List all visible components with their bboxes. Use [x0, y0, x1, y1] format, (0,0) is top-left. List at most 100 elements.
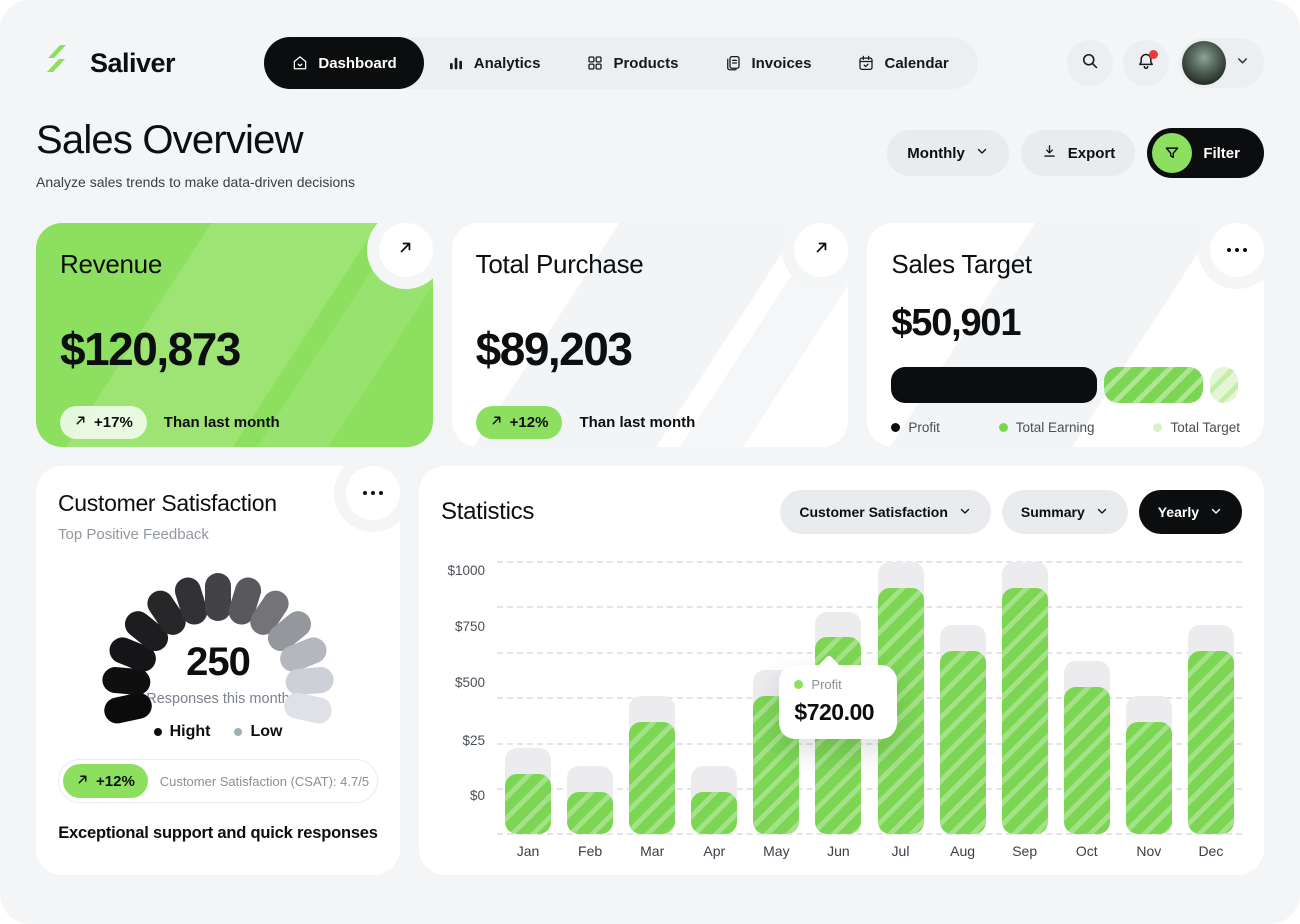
- home-icon: [291, 54, 309, 72]
- revenue-delta-badge: +17%: [60, 406, 147, 439]
- satisfaction-title: Customer Satisfaction: [58, 490, 378, 517]
- month-labels: JanFebMarAprMayJunJulAugSepOctNovDec: [497, 843, 1242, 859]
- revenue-open-button[interactable]: [379, 223, 433, 277]
- y-tick: $25: [462, 733, 485, 748]
- metric-dropdown[interactable]: Customer Satisfaction: [780, 490, 991, 534]
- notifications-button[interactable]: [1123, 40, 1169, 86]
- sales-target-value: $50,901: [891, 302, 1240, 345]
- tooltip-value: $720.00: [794, 699, 882, 726]
- bar-column-aug[interactable]: [932, 561, 994, 834]
- progress-segment-total-earning: [1104, 367, 1203, 403]
- satisfaction-gauge: 250 Responses this month: [98, 557, 338, 707]
- brand-logo: Saliver: [36, 40, 175, 87]
- month-label: Jan: [497, 843, 559, 859]
- bar-chart-plot: Profit $720.00: [497, 561, 1242, 834]
- summary-dropdown[interactable]: Summary: [1002, 490, 1128, 534]
- calendar-icon: [857, 54, 875, 72]
- bar-columns: Profit $720.00: [497, 561, 1242, 834]
- profit-dot-icon: [891, 423, 900, 432]
- bar-oct: [1064, 687, 1110, 834]
- arrow-up-right-icon: [396, 238, 415, 262]
- arrow-up-right-icon: [812, 238, 831, 262]
- satisfaction-footer: Exceptional support and quick responses: [58, 824, 378, 843]
- filter-button[interactable]: Filter: [1147, 128, 1264, 178]
- ellipsis-icon: [1227, 248, 1248, 253]
- export-button[interactable]: Export: [1021, 130, 1136, 176]
- nav-item-analytics[interactable]: Analytics: [424, 37, 564, 89]
- purchase-delta-badge: +12%: [476, 406, 563, 439]
- nav-item-dashboard[interactable]: Dashboard: [264, 37, 423, 89]
- purchase-delta-note: Than last month: [579, 414, 695, 431]
- statistics-title: Statistics: [441, 498, 534, 526]
- legend-item-hight: Hight: [154, 723, 211, 741]
- range-dropdown[interactable]: Yearly: [1139, 490, 1242, 534]
- progress-segment-total-target: [1210, 367, 1238, 403]
- arrow-up-right-icon: [490, 414, 503, 431]
- nav-item-calendar[interactable]: Calendar: [834, 37, 971, 89]
- sales-target-card: Sales Target $50,901 Profit Total Earnin…: [867, 223, 1264, 447]
- bar-column-dec[interactable]: [1180, 561, 1242, 834]
- nav-item-products[interactable]: Products: [563, 37, 701, 89]
- kpi-cards: Revenue $120,873 +17% Than last month: [36, 223, 1264, 447]
- revenue-card: Revenue $120,873 +17% Than last month: [36, 223, 433, 447]
- chevron-down-icon: [1209, 504, 1223, 521]
- bar-nov: [1126, 722, 1172, 834]
- month-label: Nov: [1118, 843, 1180, 859]
- csat-delta-badge: +12%: [63, 764, 148, 798]
- month-label: Aug: [932, 843, 994, 859]
- period-dropdown[interactable]: Monthly: [887, 130, 1009, 176]
- satisfaction-menu-button[interactable]: [346, 466, 400, 520]
- sales-target-legend: Profit Total Earning Total Target: [891, 420, 1240, 435]
- bar-column-jun[interactable]: Profit $720.00: [807, 561, 869, 834]
- y-tick: $0: [470, 788, 485, 803]
- bar-apr: [691, 792, 737, 834]
- bar-column-jan[interactable]: [497, 561, 559, 834]
- bar-feb: [567, 792, 613, 834]
- csat-score-text: Customer Satisfaction (CSAT): 4.7/5: [160, 774, 369, 789]
- low-dot-icon: [234, 728, 242, 736]
- y-tick: $750: [455, 619, 485, 634]
- progress-segment-profit: [891, 367, 1097, 403]
- chevron-down-icon: [975, 144, 989, 162]
- ellipsis-icon: [363, 491, 384, 496]
- hight-dot-icon: [154, 728, 162, 736]
- bar-aug: [940, 651, 986, 834]
- bar-column-apr[interactable]: [683, 561, 745, 834]
- page-header: Sales Overview Analyze sales trends to m…: [36, 118, 1264, 190]
- search-icon: [1080, 51, 1100, 76]
- page-controls: Monthly Export Filter: [887, 128, 1264, 178]
- bar-chart: $1000 $750 $500 $25 $0: [441, 561, 1242, 859]
- user-menu[interactable]: [1179, 38, 1264, 88]
- customer-satisfaction-card: Customer Satisfaction Top Positive Feedb…: [36, 466, 400, 875]
- bar-column-oct[interactable]: [1056, 561, 1118, 834]
- analytics-icon: [447, 54, 465, 72]
- y-axis: $1000 $750 $500 $25 $0: [441, 561, 497, 834]
- total-target-dot-icon: [1153, 423, 1162, 432]
- sales-target-menu-button[interactable]: [1210, 223, 1264, 277]
- topbar: Saliver Dashboard An: [36, 36, 1264, 90]
- sales-target-title: Sales Target: [891, 249, 1240, 280]
- purchase-open-button[interactable]: [794, 223, 848, 277]
- bottom-row: Customer Satisfaction Top Positive Feedb…: [36, 466, 1264, 875]
- bar-column-mar[interactable]: [621, 561, 683, 834]
- bar-sep: [1002, 588, 1048, 834]
- revenue-value: $120,873: [60, 322, 409, 376]
- bar-mar: [629, 722, 675, 834]
- chevron-down-icon: [958, 504, 972, 521]
- month-label: Mar: [621, 843, 683, 859]
- legend-item-profit: Profit: [891, 420, 940, 435]
- bar-column-sep[interactable]: [994, 561, 1056, 834]
- month-label: May: [745, 843, 807, 859]
- month-label: Feb: [559, 843, 621, 859]
- nav-item-invoices[interactable]: Invoices: [701, 37, 834, 89]
- profit-dot-icon: [794, 680, 803, 689]
- bar-column-feb[interactable]: [559, 561, 621, 834]
- search-button[interactable]: [1067, 40, 1113, 86]
- revenue-title: Revenue: [60, 249, 409, 280]
- statistics-filters: Customer Satisfaction Summary Yearly: [780, 490, 1242, 534]
- satisfaction-legend: Hight Low: [58, 723, 378, 741]
- topbar-actions: [1067, 38, 1264, 88]
- y-tick: $1000: [447, 563, 485, 578]
- legend-item-low: Low: [234, 723, 282, 741]
- bar-column-nov[interactable]: [1118, 561, 1180, 834]
